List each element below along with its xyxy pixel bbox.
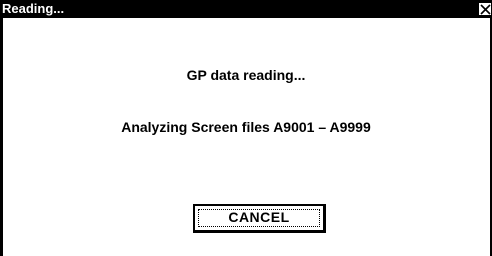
- close-button[interactable]: [478, 2, 492, 16]
- title-bar[interactable]: Reading...: [0, 0, 492, 18]
- close-x-icon: [480, 4, 491, 15]
- reading-message: GP data reading...: [186, 67, 306, 83]
- dialog-title: Reading...: [2, 1, 65, 16]
- cancel-button-label: CANCEL: [228, 209, 290, 225]
- reading-dialog: Reading... GP data reading... Analyzing …: [0, 0, 492, 256]
- analyzing-status: Analyzing Screen files A9001 – A9999: [121, 119, 371, 135]
- cancel-button[interactable]: CANCEL: [193, 204, 326, 233]
- window-frame-left: [0, 18, 3, 256]
